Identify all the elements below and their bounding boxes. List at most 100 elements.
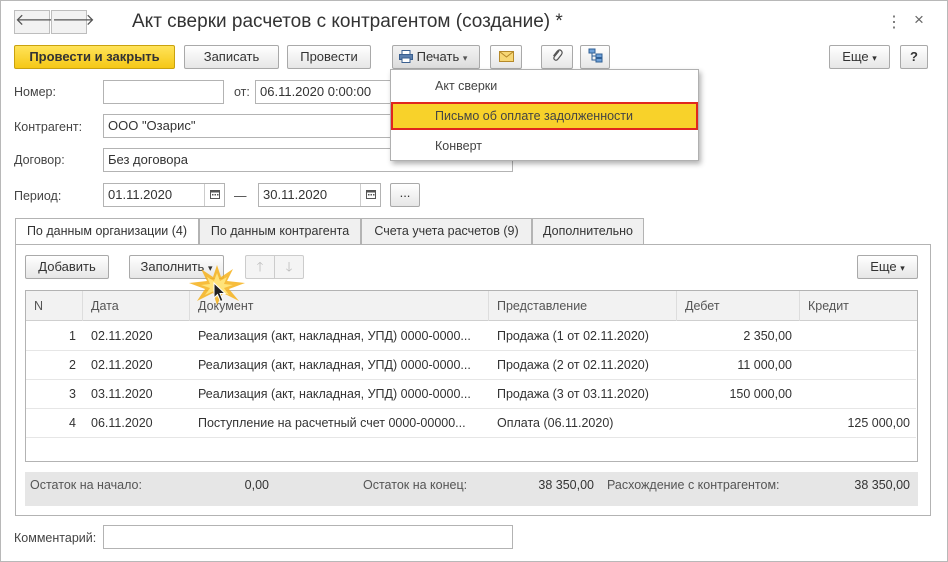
row-representation: Продажа (1 от 02.11.2020) — [497, 329, 649, 343]
from-label: от: — [234, 85, 250, 99]
help-button[interactable]: ? — [900, 45, 928, 69]
row-representation: Оплата (06.11.2020) — [497, 416, 614, 430]
move-down-button[interactable]: 🡓 — [274, 255, 304, 279]
row-representation: Продажа (3 от 03.11.2020) — [497, 387, 649, 401]
table-more-label: Еще — [870, 259, 897, 274]
menu-item-reconciliation-act[interactable]: Акт сверки — [391, 72, 698, 100]
row-credit — [800, 322, 910, 351]
post-and-close-button[interactable]: Провести и закрыть — [14, 45, 175, 69]
totals-bar — [25, 472, 918, 506]
arrow-right-icon: 🡒 — [52, 12, 95, 29]
table-row[interactable]: 3 03.11.2020 Реализация (акт, накладная,… — [26, 380, 916, 409]
print-button[interactable]: Печать ▾ — [392, 45, 480, 69]
row-debit: 11 000,00 — [737, 358, 792, 372]
row-debit: 2 350,00 — [743, 329, 792, 343]
structure-icon — [588, 48, 602, 63]
row-number: 3 — [69, 387, 76, 401]
vertical-dots-icon[interactable]: ⋮ — [886, 12, 902, 32]
row-number: 4 — [69, 416, 76, 430]
table-row[interactable]: 2 02.11.2020 Реализация (акт, накладная,… — [26, 351, 916, 380]
number-input[interactable] — [103, 80, 224, 104]
tab-counterparty-data[interactable]: По данным контрагента — [199, 218, 361, 244]
row-document: Поступление на расчетный счет 0000-00000… — [198, 416, 466, 430]
comment-label: Комментарий: — [14, 531, 97, 545]
row-credit: 125 000,00 — [847, 416, 910, 430]
col-representation[interactable]: Представление — [489, 291, 677, 321]
save-button[interactable]: Записать — [184, 45, 279, 69]
row-date: 06.11.2020 — [91, 416, 153, 430]
attach-button[interactable] — [541, 45, 573, 69]
envelope-icon — [498, 51, 514, 62]
period-label: Период: — [14, 189, 62, 203]
row-document: Реализация (акт, накладная, УПД) 0000-00… — [198, 387, 471, 401]
more-button[interactable]: Еще ▾ — [829, 45, 890, 69]
difference-value: 38 350,00 — [854, 478, 910, 492]
move-up-button[interactable]: 🡑 — [245, 255, 275, 279]
printer-icon — [399, 50, 413, 63]
paperclip-icon — [553, 49, 563, 61]
lines-table: N Дата Документ Представление Дебет Кред… — [25, 290, 918, 462]
structure-button[interactable] — [580, 45, 610, 69]
difference-label: Расхождение с контрагентом: — [607, 478, 780, 492]
print-dropdown-menu: Акт сверки Письмо об оплате задолженност… — [390, 69, 699, 161]
print-label: Печать — [416, 49, 460, 64]
chevron-down-icon: ▾ — [900, 263, 905, 273]
col-credit[interactable]: Кредит — [800, 291, 917, 321]
balance-end-label: Остаток на конец: — [363, 478, 468, 492]
close-icon[interactable]: × — [914, 10, 924, 30]
menu-item-debt-payment-letter[interactable]: Письмо об оплате задолженности — [391, 102, 698, 130]
date-input[interactable]: 06.11.2020 0:00:00 — [255, 80, 395, 104]
comment-input[interactable] — [103, 525, 513, 549]
tab-panel: Добавить Заполнить ▾ 🡑 🡓 Еще ▾ N Дата До… — [15, 244, 931, 516]
more-label: Еще — [842, 49, 869, 64]
forward-button[interactable]: 🡒 — [51, 10, 95, 34]
chevron-down-icon: ▾ — [462, 53, 468, 63]
row-date: 03.11.2020 — [91, 387, 153, 401]
counterparty-input[interactable]: ООО "Озарис" — [103, 114, 403, 138]
col-debit[interactable]: Дебет — [677, 291, 800, 321]
back-button[interactable]: 🡐 — [14, 10, 58, 34]
tab-additional[interactable]: Дополнительно — [532, 218, 644, 244]
arrow-up-icon: 🡑 — [256, 259, 264, 274]
period-to-input[interactable]: 30.11.2020 — [258, 183, 381, 207]
menu-item-envelope[interactable]: Конверт — [391, 132, 698, 160]
balance-start-value: 0,00 — [244, 478, 269, 492]
row-representation: Продажа (2 от 02.11.2020) — [497, 358, 649, 372]
period-from-value: 01.11.2020 — [108, 187, 173, 202]
row-document: Реализация (акт, накладная, УПД) 0000-00… — [198, 329, 471, 343]
balance-start-label: Остаток на начало: — [30, 478, 142, 492]
period-select-button[interactable]: ... — [390, 183, 420, 207]
balance-end-value: 38 350,00 — [538, 478, 594, 492]
window-title: Акт сверки расчетов с контрагентом (созд… — [132, 11, 563, 32]
counterparty-label: Контрагент: — [14, 120, 83, 134]
table-row[interactable]: 4 06.11.2020 Поступление на расчетный сч… — [26, 409, 916, 438]
number-label: Номер: — [14, 85, 56, 99]
row-credit — [800, 380, 910, 409]
table-header: N Дата Документ Представление Дебет Кред… — [26, 291, 917, 321]
row-document: Реализация (акт, накладная, УПД) 0000-00… — [198, 358, 471, 372]
row-number: 1 — [69, 329, 76, 343]
contract-label: Договор: — [14, 153, 65, 167]
mouse-pointer-icon — [213, 281, 227, 306]
period-from-input[interactable]: 01.11.2020 — [103, 183, 225, 207]
add-button[interactable]: Добавить — [25, 255, 109, 279]
arrow-down-icon: 🡓 — [285, 259, 293, 274]
row-credit — [800, 351, 910, 380]
calendar-icon[interactable] — [360, 184, 380, 206]
period-to-value: 30.11.2020 — [263, 187, 328, 202]
period-dash: — — [234, 189, 247, 203]
row-debit — [677, 409, 792, 438]
row-date: 02.11.2020 — [91, 358, 153, 372]
table-row[interactable]: 1 02.11.2020 Реализация (акт, накладная,… — [26, 322, 916, 351]
row-debit: 150 000,00 — [729, 387, 792, 401]
post-button[interactable]: Провести — [287, 45, 371, 69]
table-more-button[interactable]: Еще ▾ — [857, 255, 918, 279]
col-date[interactable]: Дата — [83, 291, 190, 321]
tab-organization-data[interactable]: По данным организации (4) — [15, 218, 199, 245]
email-button[interactable] — [490, 45, 522, 69]
tab-accounts[interactable]: Счета учета расчетов (9) — [361, 218, 532, 244]
row-number: 2 — [69, 358, 76, 372]
col-n[interactable]: N — [26, 291, 83, 321]
calendar-icon[interactable] — [204, 184, 224, 206]
chevron-down-icon: ▾ — [872, 53, 877, 63]
